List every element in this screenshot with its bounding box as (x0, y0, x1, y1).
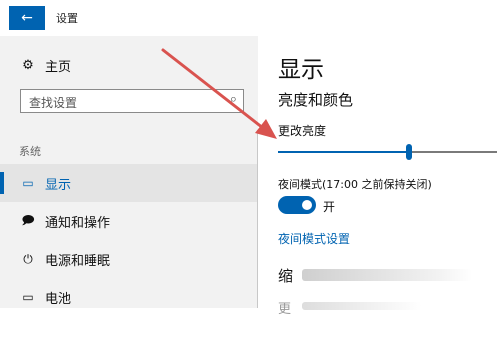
sidebar-item-label: 电源和睡眠 (45, 253, 111, 269)
blurred-region (302, 269, 472, 281)
gear-icon: ⚙ (22, 58, 34, 73)
monitor-icon: ▭ (22, 176, 34, 190)
sidebar-item-label: 通知和操作 (45, 215, 111, 231)
slider-thumb[interactable] (406, 144, 413, 160)
search-input[interactable]: 查找设置 ⌕ (20, 89, 244, 113)
night-light-settings-link[interactable]: 夜间模式设置 (278, 230, 350, 247)
power-icon: ⏻ (23, 251, 33, 266)
toggle-knob (302, 200, 312, 210)
title-bar: ← 设置 (0, 0, 497, 36)
blurred-region (302, 302, 422, 310)
toggle-state-label: 开 (323, 200, 336, 214)
page-title: 显示 (278, 57, 324, 83)
faded-heading: 更 (278, 302, 292, 317)
sidebar-item-notifications[interactable]: 🗩 通知和操作 (0, 202, 258, 240)
speech-bubble-icon: 🗩 (21, 212, 35, 227)
arrow-left-icon: ← (21, 10, 33, 26)
sidebar-item-label: 主页 (45, 60, 72, 75)
section-heading: 亮度和颜色 (278, 91, 354, 109)
sidebar: ⚙ 主页 查找设置 ⌕ 系统 ▭ 显示 🗩 通知和操作 ⏻ 电源和睡眠 ▭ 电池 (0, 36, 258, 308)
night-light-label: 夜间模式(17:00 之前保持关闭) (278, 178, 432, 191)
slider-fill (278, 151, 410, 153)
scale-heading: 缩 (278, 267, 294, 285)
night-light-toggle[interactable] (278, 196, 316, 214)
battery-icon: ▭ (22, 290, 34, 304)
brightness-slider[interactable] (278, 144, 497, 160)
sidebar-item-label: 显示 (45, 177, 72, 193)
active-indicator (0, 172, 4, 194)
section-label: 系统 (19, 145, 41, 158)
sidebar-item-display[interactable]: ▭ 显示 (0, 164, 258, 202)
sidebar-item-power[interactable]: ⏻ 电源和睡眠 (0, 240, 258, 278)
sidebar-item-battery[interactable]: ▭ 电池 (0, 278, 258, 316)
brightness-label: 更改亮度 (278, 124, 327, 138)
sidebar-item-label: 电池 (45, 291, 72, 307)
search-icon: ⌕ (229, 92, 237, 107)
app-title: 设置 (56, 12, 78, 25)
search-placeholder: 查找设置 (29, 96, 78, 110)
sidebar-item-home[interactable]: ⚙ 主页 (19, 56, 71, 75)
back-button[interactable]: ← (9, 6, 45, 30)
main-content: 显示 亮度和颜色 更改亮度 夜间模式(17:00 之前保持关闭) 开 夜间模式设… (258, 36, 497, 317)
